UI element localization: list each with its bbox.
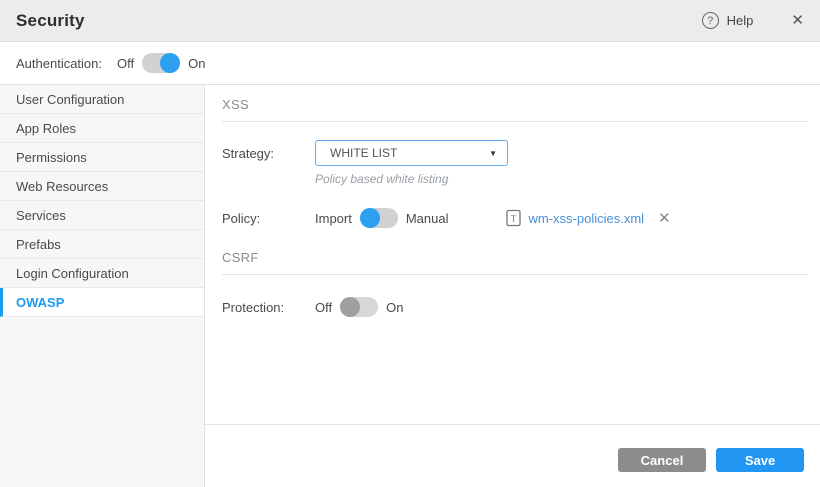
sidebar-item-owasp[interactable]: OWASP: [0, 288, 204, 317]
strategy-select[interactable]: WHITE LIST ▼: [315, 140, 508, 166]
policy-manual-label: Manual: [406, 211, 449, 226]
sidebar-item-user-configuration[interactable]: User Configuration: [0, 85, 204, 114]
authentication-toggle[interactable]: [142, 53, 180, 73]
strategy-label: Strategy:: [222, 146, 315, 161]
authentication-label: Authentication:: [16, 56, 102, 71]
security-dialog: Security ? Help ✕ Authentication: Off On…: [0, 0, 820, 487]
xss-section-heading: XSS: [222, 97, 808, 122]
sidebar-item-permissions[interactable]: Permissions: [0, 143, 204, 172]
save-button[interactable]: Save: [716, 448, 804, 472]
sidebar-item-prefabs[interactable]: Prefabs: [0, 230, 204, 259]
protection-label: Protection:: [222, 300, 315, 315]
policy-label: Policy:: [222, 211, 315, 226]
policy-file-chip: T wm-xss-policies.xml ✕: [506, 209, 670, 227]
sidebar: User Configuration App Roles Permissions…: [0, 85, 205, 487]
dialog-footer: Cancel Save: [205, 424, 820, 487]
sidebar-item-services[interactable]: Services: [0, 201, 204, 230]
sidebar-item-app-roles[interactable]: App Roles: [0, 114, 204, 143]
toggle-knob: [160, 53, 180, 73]
strategy-selected-value: WHITE LIST: [330, 146, 489, 160]
remove-file-icon[interactable]: ✕: [658, 211, 671, 226]
protection-toggle[interactable]: [340, 297, 378, 317]
strategy-row: Strategy: WHITE LIST ▼: [222, 140, 808, 166]
policy-toggle[interactable]: [360, 208, 398, 228]
protection-row: Protection: Off On: [222, 297, 808, 317]
sidebar-item-web-resources[interactable]: Web Resources: [0, 172, 204, 201]
dialog-body: User Configuration App Roles Permissions…: [0, 85, 820, 487]
cancel-button[interactable]: Cancel: [618, 448, 706, 472]
text-file-icon: T: [506, 209, 521, 227]
toggle-knob: [360, 208, 380, 228]
policy-row: Policy: Import Manual T wm-xss-p: [222, 208, 808, 228]
toggle-knob: [340, 297, 360, 317]
main-panel: XSS Strategy: WHITE LIST ▼ Policy based …: [205, 85, 820, 487]
header-actions: ? Help ✕: [702, 12, 804, 29]
help-icon: ?: [702, 12, 719, 29]
svg-text:T: T: [511, 214, 517, 224]
policy-import-label: Import: [315, 211, 352, 226]
owasp-settings: XSS Strategy: WHITE LIST ▼ Policy based …: [205, 85, 820, 424]
protection-on-label: On: [386, 300, 403, 315]
sidebar-item-login-configuration[interactable]: Login Configuration: [0, 259, 204, 288]
protection-off-label: Off: [315, 300, 332, 315]
page-title: Security: [16, 11, 85, 31]
policy-file-link[interactable]: wm-xss-policies.xml: [528, 211, 644, 226]
chevron-down-icon: ▼: [489, 149, 497, 158]
dialog-header: Security ? Help ✕: [0, 0, 820, 42]
authentication-bar: Authentication: Off On: [0, 42, 820, 85]
authentication-off-label: Off: [117, 56, 134, 71]
help-button[interactable]: ? Help: [702, 12, 754, 29]
help-label: Help: [727, 13, 754, 28]
close-icon[interactable]: ✕: [791, 13, 804, 28]
strategy-helper-text: Policy based white listing: [315, 172, 808, 186]
csrf-section-heading: CSRF: [222, 250, 808, 275]
authentication-on-label: On: [188, 56, 205, 71]
